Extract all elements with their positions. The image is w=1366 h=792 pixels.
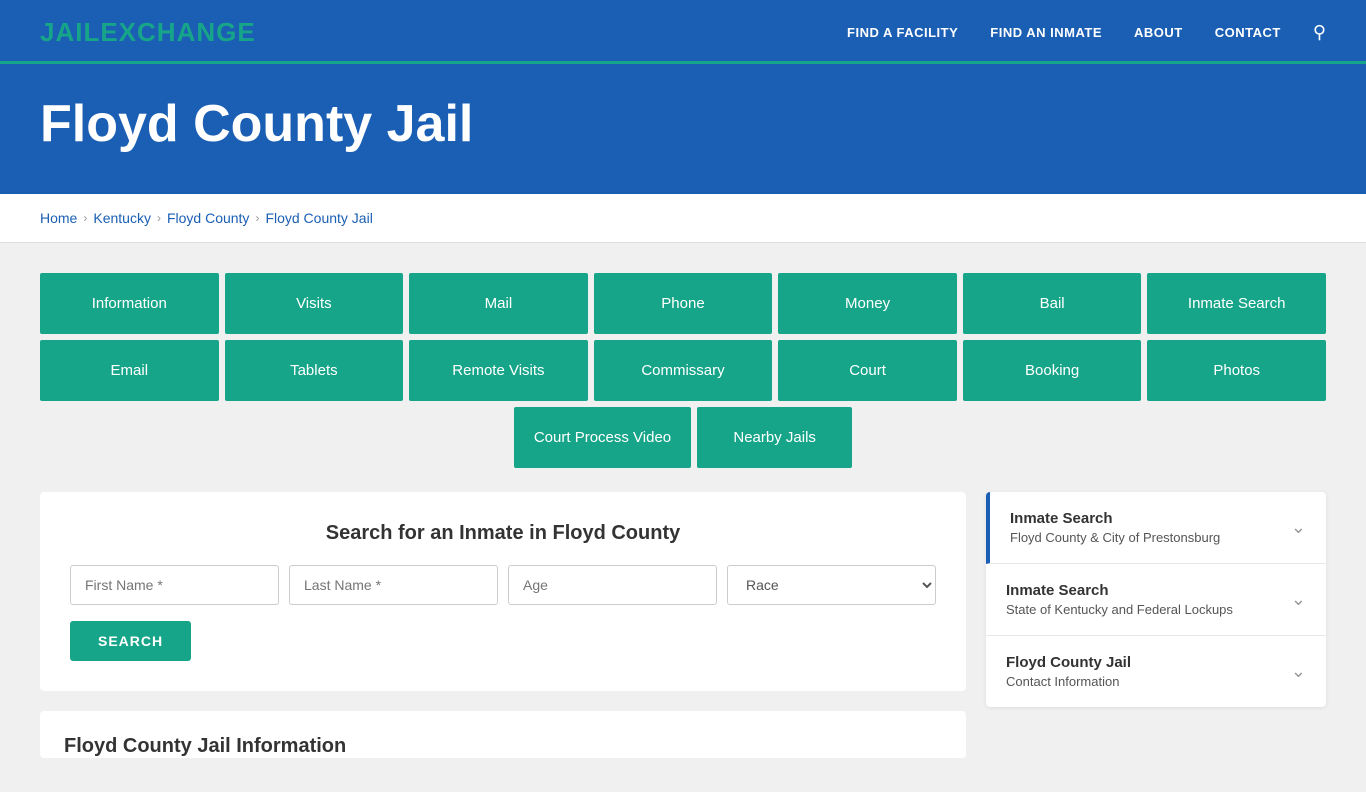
race-select[interactable]: Race White Black Hispanic Asian Other: [727, 565, 936, 605]
search-fields: Race White Black Hispanic Asian Other: [70, 565, 936, 605]
sidebar-card: Inmate Search Floyd County & City of Pre…: [986, 492, 1326, 707]
tab-mail[interactable]: Mail: [409, 273, 588, 334]
logo-jail: JAIL: [40, 17, 100, 47]
breadcrumb-kentucky[interactable]: Kentucky: [93, 210, 151, 226]
navbar: JAILEXCHANGE FIND A FACILITY FIND AN INM…: [0, 0, 1366, 64]
sidebar-item-local[interactable]: Inmate Search Floyd County & City of Pre…: [986, 492, 1326, 564]
info-title: Floyd County Jail Information: [64, 735, 942, 758]
page-title: Floyd County Jail: [40, 94, 1326, 154]
sidebar-item-state[interactable]: Inmate Search State of Kentucky and Fede…: [986, 564, 1326, 636]
search-title: Search for an Inmate in Floyd County: [70, 522, 936, 545]
content-row: Search for an Inmate in Floyd County Rac…: [40, 492, 1326, 762]
tab-court[interactable]: Court: [778, 340, 957, 401]
nav-contact[interactable]: CONTACT: [1215, 25, 1281, 40]
tab-bail[interactable]: Bail: [963, 273, 1142, 334]
nav-find-inmate[interactable]: FIND AN INMATE: [990, 25, 1102, 40]
age-input[interactable]: [508, 565, 717, 605]
tab-booking[interactable]: Booking: [963, 340, 1142, 401]
sep-3: ›: [255, 211, 259, 225]
logo-exchange: EXCHANGE: [100, 17, 255, 47]
hero-section: Floyd County Jail: [0, 64, 1366, 194]
tab-inmate-search[interactable]: Inmate Search: [1147, 273, 1326, 334]
breadcrumb-floyd-county[interactable]: Floyd County: [167, 210, 249, 226]
tab-money[interactable]: Money: [778, 273, 957, 334]
first-name-input[interactable]: [70, 565, 279, 605]
sidebar-item-contact-subtitle: Contact Information: [1006, 674, 1131, 689]
breadcrumb-bar: Home › Kentucky › Floyd County › Floyd C…: [0, 194, 1366, 243]
tab-visits[interactable]: Visits: [225, 273, 404, 334]
nav-find-facility[interactable]: FIND A FACILITY: [847, 25, 958, 40]
sidebar-item-local-title: Inmate Search: [1010, 510, 1220, 527]
tab-remote-visits[interactable]: Remote Visits: [409, 340, 588, 401]
tab-tablets[interactable]: Tablets: [225, 340, 404, 401]
tab-email[interactable]: Email: [40, 340, 219, 401]
nav-links: FIND A FACILITY FIND AN INMATE ABOUT CON…: [847, 22, 1326, 43]
tab-nearby-jails[interactable]: Nearby Jails: [697, 407, 852, 468]
sep-2: ›: [157, 211, 161, 225]
site-logo[interactable]: JAILEXCHANGE: [40, 17, 256, 48]
info-section: Floyd County Jail Information: [40, 711, 966, 758]
sep-1: ›: [83, 211, 87, 225]
chevron-down-icon: ⌄: [1291, 517, 1306, 538]
sidebar-item-state-subtitle: State of Kentucky and Federal Lockups: [1006, 602, 1233, 617]
tab-phone[interactable]: Phone: [594, 273, 773, 334]
sidebar: Inmate Search Floyd County & City of Pre…: [986, 492, 1326, 707]
last-name-input[interactable]: [289, 565, 498, 605]
breadcrumb-current: Floyd County Jail: [265, 210, 372, 226]
tab-photos[interactable]: Photos: [1147, 340, 1326, 401]
tabs-row2: Email Tablets Remote Visits Commissary C…: [40, 340, 1326, 401]
sidebar-item-contact-title: Floyd County Jail: [1006, 654, 1131, 671]
tabs-row1: Information Visits Mail Phone Money Bail…: [40, 273, 1326, 334]
search-button[interactable]: SEARCH: [70, 621, 191, 661]
main-content: Information Visits Mail Phone Money Bail…: [0, 243, 1366, 792]
chevron-down-icon-3: ⌄: [1291, 661, 1306, 682]
sidebar-item-state-text: Inmate Search State of Kentucky and Fede…: [1006, 582, 1233, 617]
sidebar-item-local-text: Inmate Search Floyd County & City of Pre…: [1010, 510, 1220, 545]
tab-information[interactable]: Information: [40, 273, 219, 334]
search-box: Search for an Inmate in Floyd County Rac…: [40, 492, 966, 691]
tabs-row3: Court Process Video Nearby Jails: [40, 407, 1326, 468]
breadcrumb: Home › Kentucky › Floyd County › Floyd C…: [40, 210, 1326, 226]
tab-commissary[interactable]: Commissary: [594, 340, 773, 401]
tab-court-process-video[interactable]: Court Process Video: [514, 407, 691, 468]
sidebar-item-state-title: Inmate Search: [1006, 582, 1233, 599]
breadcrumb-home[interactable]: Home: [40, 210, 77, 226]
nav-about[interactable]: ABOUT: [1134, 25, 1183, 40]
sidebar-item-local-subtitle: Floyd County & City of Prestonsburg: [1010, 530, 1220, 545]
sidebar-item-contact-text: Floyd County Jail Contact Information: [1006, 654, 1131, 689]
left-column: Search for an Inmate in Floyd County Rac…: [40, 492, 966, 762]
chevron-down-icon-2: ⌄: [1291, 589, 1306, 610]
search-icon[interactable]: ⚲: [1313, 22, 1326, 43]
sidebar-item-contact[interactable]: Floyd County Jail Contact Information ⌄: [986, 636, 1326, 707]
